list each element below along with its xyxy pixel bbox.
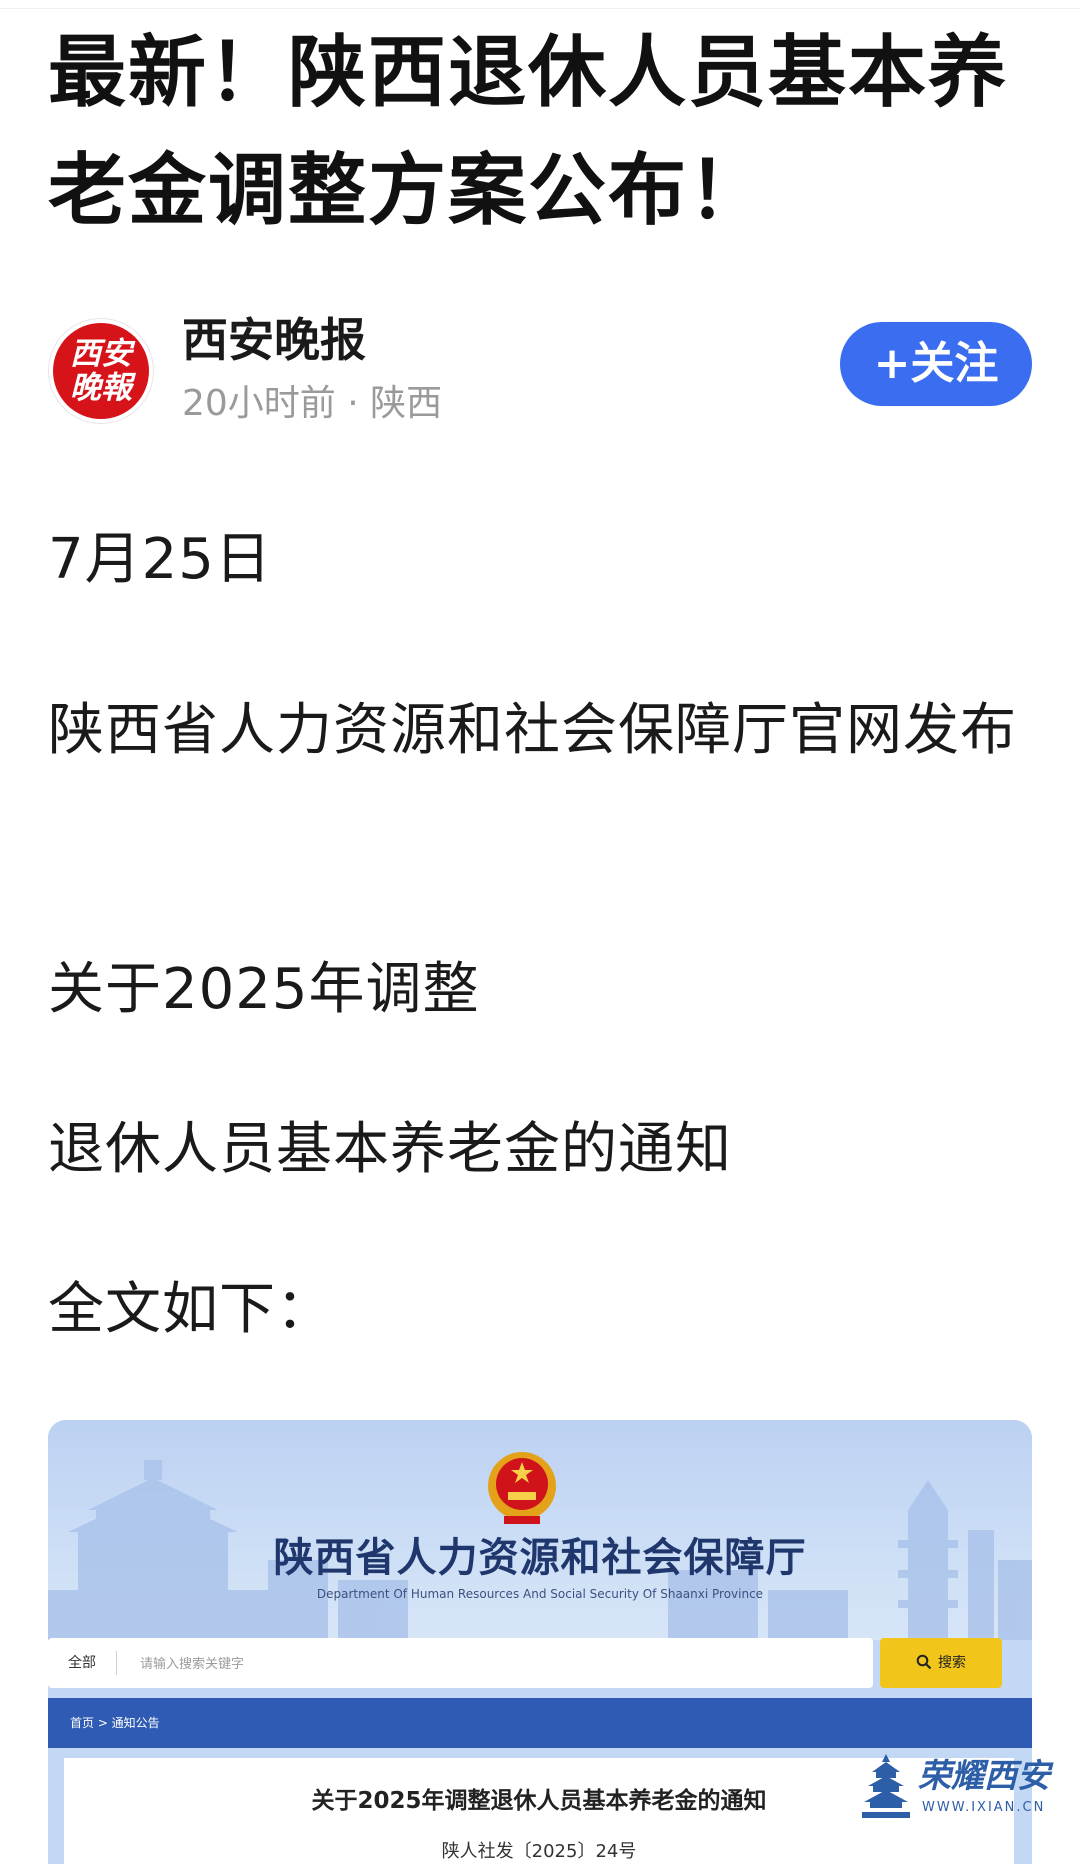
site-search-button[interactable]: 搜索 [880, 1638, 1002, 1688]
paragraph-date: 7月25日 [48, 527, 272, 592]
search-scope-select[interactable]: 全部 [68, 1638, 96, 1688]
site-nav-strip: 首页 > 通知公告 [48, 1698, 1032, 1748]
site-search-bar: 全部 [48, 1638, 873, 1688]
avatar-logo-text: 西安晚報 [70, 336, 132, 406]
breadcrumb[interactable]: 首页 > 通知公告 [70, 1698, 160, 1748]
search-divider [116, 1651, 117, 1675]
search-button-label: 搜索 [938, 1655, 966, 1671]
publish-meta: 20小时前 · 陕西 [182, 383, 443, 424]
author-name[interactable]: 西安晚报 [182, 312, 366, 368]
watermark-url: WWW.IXIAN.CN [922, 1800, 1046, 1815]
department-banner: 陕西省人力资源和社会保障厅 Department Of Human Resour… [48, 1420, 1032, 1640]
department-english-name: Department Of Human Resources And Social… [316, 1587, 764, 1601]
paragraph-topic: 关于2025年调整 [48, 957, 480, 1022]
top-divider [0, 0, 1080, 9]
paragraph-notice: 退休人员基本养老金的通知 [48, 1117, 732, 1182]
notice-number: 陕人社发〔2025〕24号 [441, 1841, 637, 1862]
author-avatar[interactable]: 西安晚報 [48, 318, 154, 424]
avatar-logo-disc: 西安晚報 [53, 323, 149, 419]
site-watermark: 荣耀西安 WWW.IXIAN.CN [862, 1752, 1062, 1832]
department-name: 陕西省人力资源和社会保障厅 [273, 1535, 807, 1581]
article-title: 最新！陕西退休人员基本养老金调整方案公布！ [48, 28, 1009, 236]
paragraph-source: 陕西省人力资源和社会保障厅官网发布 [48, 698, 1017, 763]
watermark-name: 荣耀西安 [918, 1756, 1050, 1795]
site-search-input[interactable] [138, 1648, 842, 1680]
paragraph-intro: 全文如下： [48, 1277, 333, 1342]
search-icon [916, 1654, 932, 1670]
national-emblem-icon [488, 1452, 556, 1524]
pagoda-logo-icon [862, 1754, 910, 1818]
author-row: 西安晚報 西安晚报 20小时前 · 陕西 +关注 [48, 312, 1032, 432]
follow-button[interactable]: +关注 [840, 322, 1032, 406]
